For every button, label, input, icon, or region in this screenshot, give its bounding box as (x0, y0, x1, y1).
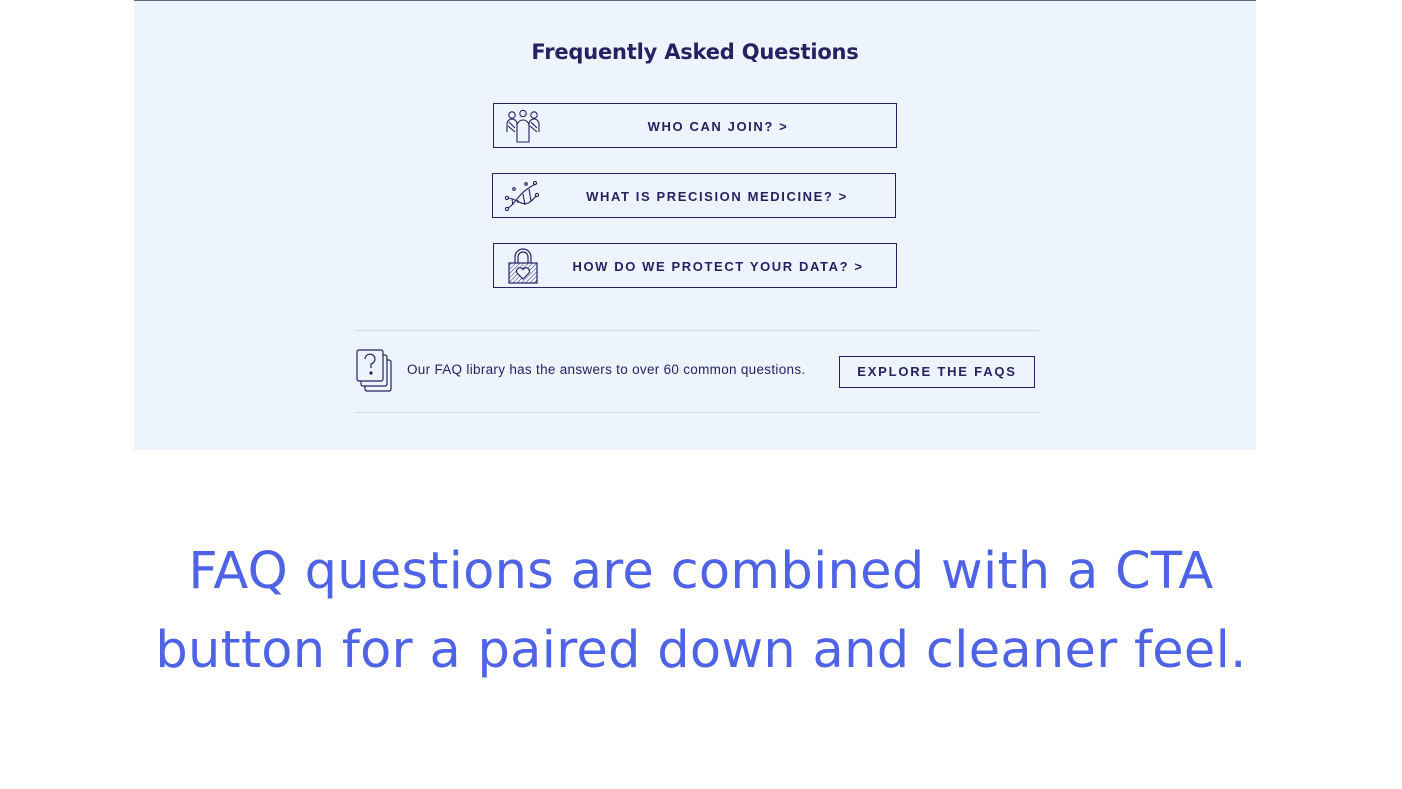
divider-top (354, 330, 1039, 331)
faq-title: Frequently Asked Questions (531, 40, 859, 64)
explore-faqs-button[interactable]: EXPLORE THE FAQS (839, 356, 1035, 388)
protect-data-button[interactable]: HOW DO WE PROTECT YOUR DATA? > (493, 243, 897, 288)
faq-section: Frequently Asked Questions WHO CAN JOIN?… (134, 0, 1256, 450)
people-group-icon (506, 109, 540, 143)
precision-medicine-label: WHAT IS PRECISION MEDICINE? > (586, 189, 848, 204)
protect-data-label: HOW DO WE PROTECT YOUR DATA? > (572, 259, 864, 274)
caption-line-1: FAQ questions are combined with a CTA (188, 542, 1214, 601)
dna-strand-icon (504, 180, 540, 212)
top-rule (134, 0, 1256, 1)
divider-bottom (354, 412, 1039, 413)
question-stack-icon (356, 349, 392, 392)
who-can-join-button[interactable]: WHO CAN JOIN? > (493, 103, 897, 148)
padlock-heart-icon (508, 248, 538, 284)
caption: FAQ questions are combined with a CTA bu… (0, 532, 1402, 690)
caption-line-2: button for a paired down and cleaner fee… (155, 621, 1247, 680)
who-can-join-label: WHO CAN JOIN? > (647, 119, 789, 134)
faq-library-text: Our FAQ library has the answers to over … (407, 362, 806, 377)
precision-medicine-button[interactable]: WHAT IS PRECISION MEDICINE? > (492, 173, 896, 218)
